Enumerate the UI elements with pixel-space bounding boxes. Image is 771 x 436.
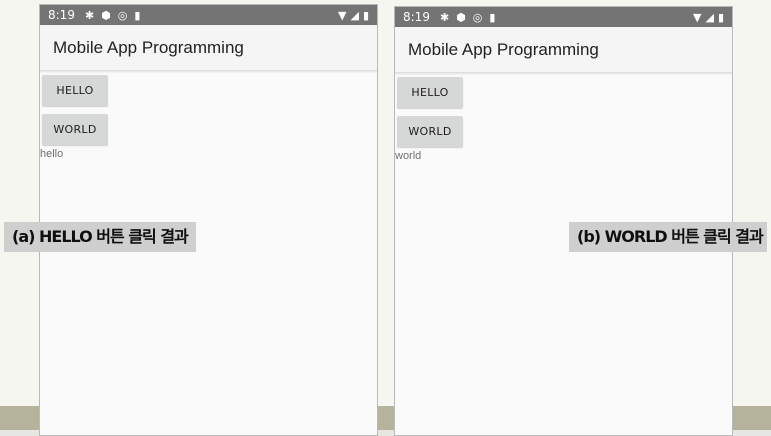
status-bar: 8:19 ✱ ⬢ ◎ ▮ ▼ ◢ ▮ [40, 5, 377, 25]
cell-signal-icon: ◢ [350, 8, 359, 22]
sd-card-icon: ▮ [134, 8, 141, 22]
sync-icon: ◎ [472, 10, 483, 24]
world-button[interactable]: WORLD [397, 116, 463, 147]
phone-screen-b: 8:19 ✱ ⬢ ◎ ▮ ▼ ◢ ▮ Mobile App Programmin… [394, 6, 733, 436]
caption-b: (b) WORLD 버튼 클릭 결과 [569, 222, 767, 252]
status-time: 8:19 [48, 8, 75, 22]
content-area: HELLO WORLD hello [40, 71, 377, 160]
app-bar: Mobile App Programming [40, 25, 377, 71]
hello-button[interactable]: HELLO [42, 75, 108, 106]
phone-screen-a: 8:19 ✱ ⬢ ◎ ▮ ▼ ◢ ▮ Mobile App Programmin… [39, 4, 378, 436]
app-bar: Mobile App Programming [395, 27, 732, 73]
app-title: Mobile App Programming [408, 39, 599, 59]
wifi-icon: ▼ [338, 8, 347, 22]
sync-icon: ◎ [117, 8, 128, 22]
status-right-icons: ▼ ◢ ▮ [693, 11, 724, 24]
settings-icon: ✱ [84, 8, 95, 22]
cell-signal-icon: ◢ [705, 10, 714, 24]
battery-icon: ▮ [717, 10, 724, 24]
shield-icon: ⬢ [101, 8, 111, 22]
battery-icon: ▮ [362, 8, 369, 22]
result-text: world [395, 150, 422, 162]
shield-icon: ⬢ [456, 10, 466, 24]
world-button[interactable]: WORLD [42, 114, 108, 145]
content-area: HELLO WORLD world [395, 73, 732, 162]
status-right-icons: ▼ ◢ ▮ [338, 9, 369, 22]
status-bar: 8:19 ✱ ⬢ ◎ ▮ ▼ ◢ ▮ [395, 7, 732, 27]
status-time: 8:19 [403, 10, 430, 24]
wifi-icon: ▼ [693, 10, 702, 24]
sd-card-icon: ▮ [489, 10, 496, 24]
app-title: Mobile App Programming [53, 37, 244, 57]
hello-button[interactable]: HELLO [397, 77, 463, 108]
result-text: hello [40, 148, 64, 160]
settings-icon: ✱ [439, 10, 450, 24]
caption-a: (a) HELLO 버튼 클릭 결과 [4, 222, 196, 252]
